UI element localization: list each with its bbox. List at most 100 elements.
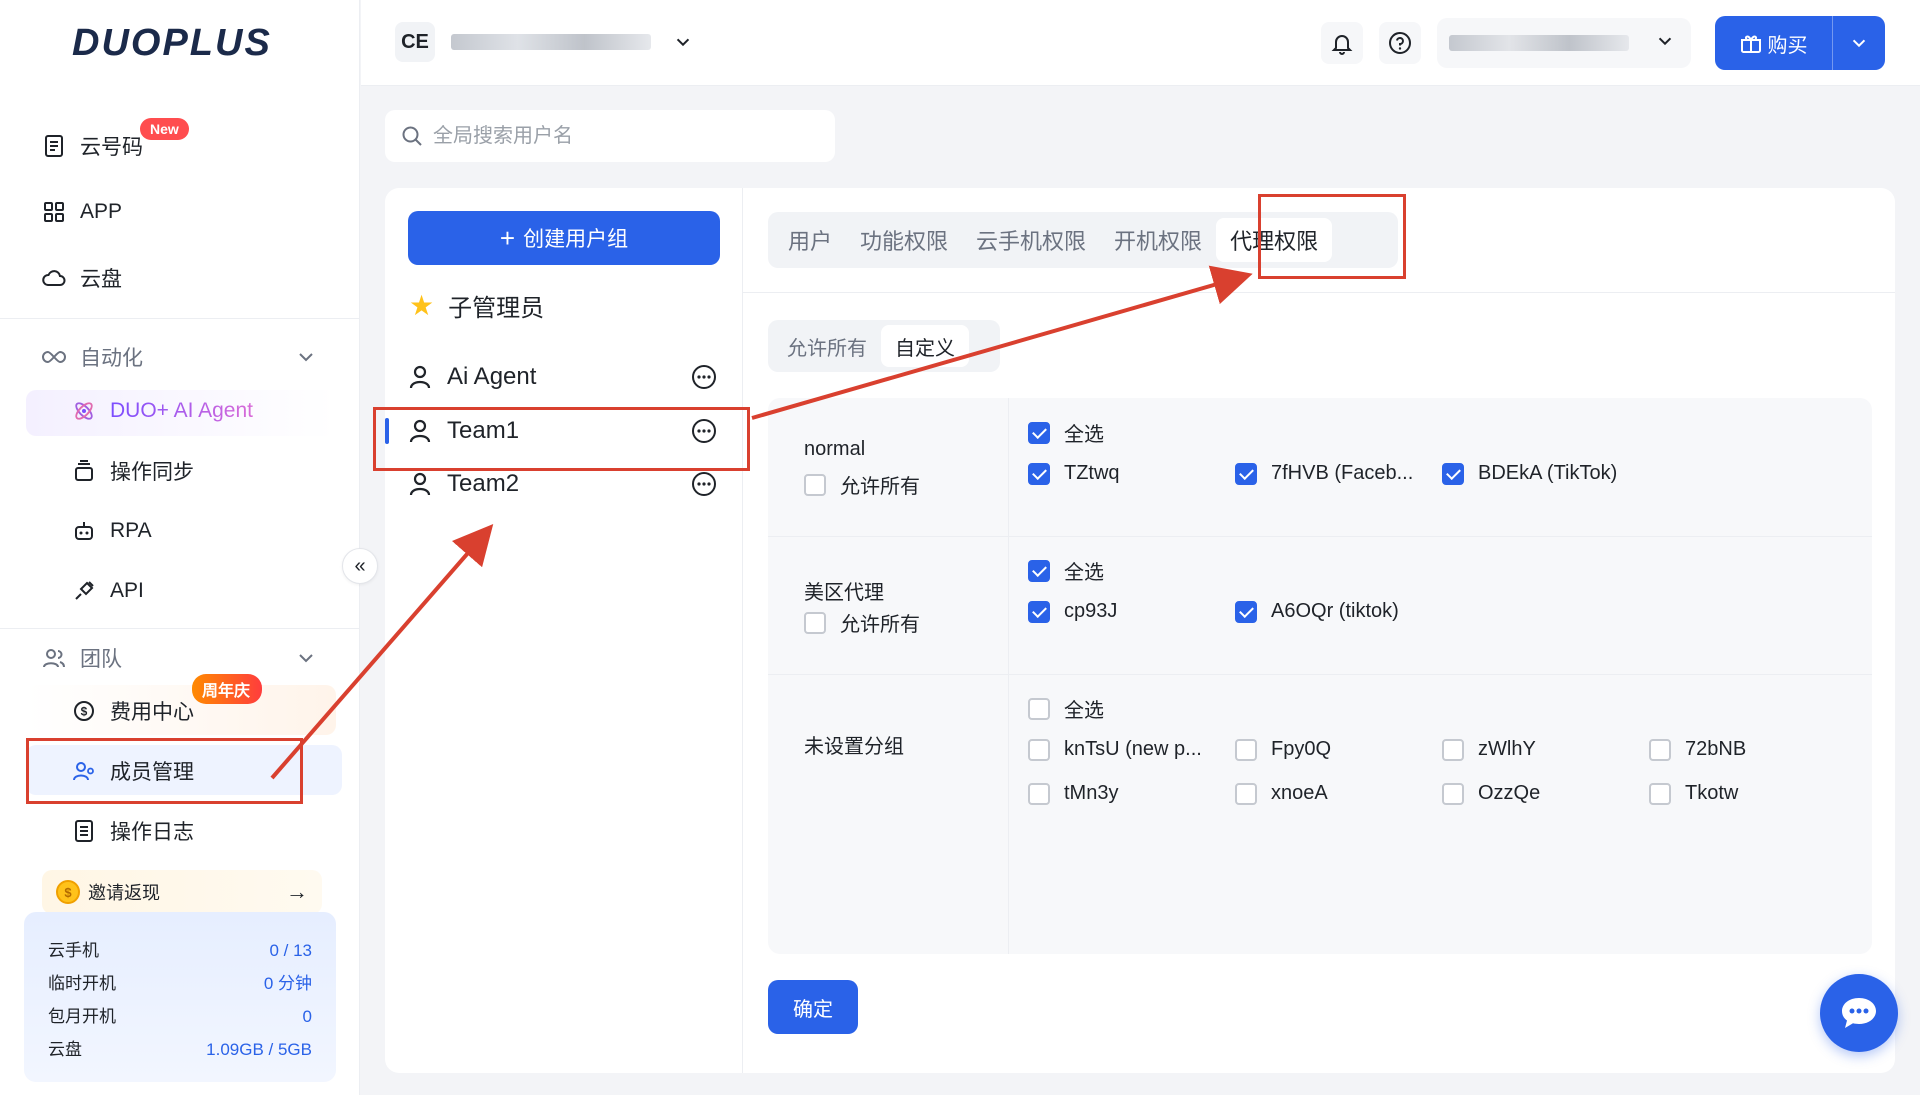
checkbox[interactable] — [1028, 697, 1050, 720]
nav-fee-center-label: 费用中心 — [110, 701, 194, 724]
user-group-panel: + 创建用户组 ★ 子管理员 Ai Agent Team1 Team2 — [385, 188, 743, 1073]
proxy-option[interactable]: cp93J — [1028, 600, 1117, 623]
proxy-group-row: 未设置分组 全选 knTsU (new p... Fpy0Q zWlhY 72b… — [768, 674, 1872, 854]
proxy-option[interactable]: Fpy0Q — [1235, 738, 1331, 761]
chevron-down-icon[interactable] — [295, 647, 317, 669]
checkbox[interactable] — [1028, 421, 1050, 444]
proxy-option-label: Fpy0Q — [1271, 738, 1332, 760]
checkbox[interactable] — [1649, 782, 1671, 805]
select-all-checkbox[interactable]: 全选 — [1028, 556, 1104, 585]
checkbox[interactable] — [1442, 462, 1464, 485]
mode-custom[interactable]: 自定义 — [881, 325, 969, 367]
chevron-down-icon[interactable] — [295, 346, 317, 368]
nav-member-management[interactable]: 成员管理 — [70, 751, 194, 791]
duoplus-logo[interactable]: DUOPLUS — [72, 22, 272, 65]
user-icon — [409, 365, 435, 389]
search-input[interactable] — [433, 124, 793, 148]
nav-ai-agent[interactable]: DUO+ AI Agent — [70, 391, 253, 431]
confirm-button[interactable]: 确定 — [768, 980, 858, 1034]
checkbox[interactable] — [804, 473, 826, 496]
select-all-checkbox[interactable]: 全选 — [1028, 694, 1104, 723]
bell-icon — [1331, 35, 1353, 55]
notifications-button[interactable] — [1321, 22, 1363, 64]
checkbox[interactable] — [1235, 782, 1257, 805]
plug-icon — [70, 580, 98, 602]
nav-operation-sync[interactable]: 操作同步 — [70, 451, 194, 491]
tab-feature-permissions[interactable]: 功能权限 — [846, 218, 962, 262]
checkbox[interactable] — [1235, 738, 1257, 761]
proxy-option[interactable]: A6OQr (tiktok) — [1235, 600, 1399, 623]
tab-users[interactable]: 用户 — [774, 218, 846, 262]
checkbox[interactable] — [1442, 782, 1464, 805]
member-management-card: + 创建用户组 ★ 子管理员 Ai Agent Team1 Team2 用户 功… — [385, 188, 1895, 1073]
proxy-option[interactable]: xnoeA — [1235, 782, 1328, 805]
nav-app[interactable]: APP — [40, 192, 122, 232]
robot-icon — [70, 520, 98, 542]
proxy-group-name: 美区代理 — [804, 582, 884, 604]
nav-rpa-label: RPA — [110, 519, 152, 542]
proxy-option-label: xnoeA — [1271, 782, 1328, 804]
tab-proxy-permissions[interactable]: 代理权限 — [1216, 218, 1333, 262]
checkbox[interactable] — [1442, 738, 1464, 761]
proxy-option[interactable]: Tkotw — [1649, 782, 1738, 805]
checkbox[interactable] — [1235, 600, 1257, 623]
invite-cashback-banner[interactable]: $ 邀请返现 → — [42, 870, 322, 914]
proxy-option[interactable]: 7fHVB (Faceb... — [1235, 462, 1413, 485]
nav-operation-log[interactable]: 操作日志 — [70, 811, 194, 851]
nav-group-team-label: 团队 — [80, 648, 122, 671]
nav-cloud-disk[interactable]: 云盘 — [40, 258, 122, 298]
sidebar: DUOPLUS 云号码 New APP 云盘 自动化 DUO+ AI Agent — [0, 0, 360, 1095]
nav-group-automation[interactable]: 自动化 — [40, 337, 143, 377]
checkbox[interactable] — [1028, 738, 1050, 761]
stat-value: 0 — [302, 1007, 312, 1026]
allow-all-checkbox[interactable]: 允许所有 — [804, 470, 920, 499]
checkbox[interactable] — [804, 611, 826, 634]
allow-all-checkbox[interactable]: 允许所有 — [804, 608, 920, 637]
user-group-item[interactable]: Ai Agent — [385, 350, 743, 404]
proxy-option[interactable]: tMn3y — [1028, 782, 1118, 805]
nav-api[interactable]: API — [70, 571, 144, 611]
tab-cloud-phone-permissions[interactable]: 云手机权限 — [962, 218, 1100, 262]
nav-ai-agent-label: DUO+ AI Agent — [110, 399, 254, 422]
proxy-option[interactable]: 72bNB — [1649, 738, 1746, 761]
mode-allow-all[interactable]: 允许所有 — [773, 325, 881, 367]
nav-rpa[interactable]: RPA — [70, 511, 152, 551]
nav-group-team[interactable]: 团队 — [40, 638, 122, 678]
more-options-icon[interactable] — [690, 363, 718, 391]
support-chat-button[interactable] — [1820, 974, 1898, 1052]
proxy-option[interactable]: zWlhY — [1442, 738, 1536, 761]
tabs-divider — [743, 292, 1895, 293]
user-account-menu[interactable] — [1437, 18, 1691, 68]
chevron-down-icon[interactable] — [673, 32, 693, 52]
buy-dropdown-button[interactable] — [1833, 33, 1885, 53]
proxy-option[interactable]: knTsU (new p... — [1028, 738, 1202, 761]
nav-cloud-number[interactable]: 云号码 — [40, 126, 143, 166]
checkbox[interactable] — [1028, 782, 1050, 805]
nav-fee-center[interactable]: $ 费用中心 — [70, 691, 194, 731]
select-all-checkbox[interactable]: 全选 — [1028, 418, 1104, 447]
user-group-item-selected[interactable]: Team1 — [385, 404, 743, 458]
create-user-group-button[interactable]: + 创建用户组 — [408, 211, 720, 265]
sim-card-icon — [40, 135, 68, 157]
collapse-sidebar-button[interactable]: « — [342, 548, 378, 584]
proxy-option[interactable]: OzzQe — [1442, 782, 1540, 805]
allow-all-label: 允许所有 — [840, 476, 920, 498]
more-options-icon[interactable] — [690, 417, 718, 445]
sidebar-divider — [0, 628, 360, 629]
help-button[interactable] — [1379, 22, 1421, 64]
org-avatar[interactable]: CE — [395, 22, 435, 62]
tab-power-on-permissions[interactable]: 开机权限 — [1100, 218, 1216, 262]
checkbox[interactable] — [1235, 462, 1257, 485]
checkbox[interactable] — [1028, 462, 1050, 485]
checkbox[interactable] — [1028, 559, 1050, 582]
users-icon — [40, 647, 68, 669]
user-name-redacted — [1449, 35, 1629, 51]
checkbox[interactable] — [1649, 738, 1671, 761]
buy-button[interactable]: 购买 — [1715, 16, 1833, 70]
more-options-icon[interactable] — [690, 470, 718, 498]
new-badge: New — [140, 118, 189, 140]
proxy-option[interactable]: BDEkA (TikTok) — [1442, 462, 1617, 485]
proxy-option[interactable]: TZtwq — [1028, 462, 1120, 485]
user-group-item[interactable]: Team2 — [385, 457, 743, 511]
checkbox[interactable] — [1028, 600, 1050, 623]
